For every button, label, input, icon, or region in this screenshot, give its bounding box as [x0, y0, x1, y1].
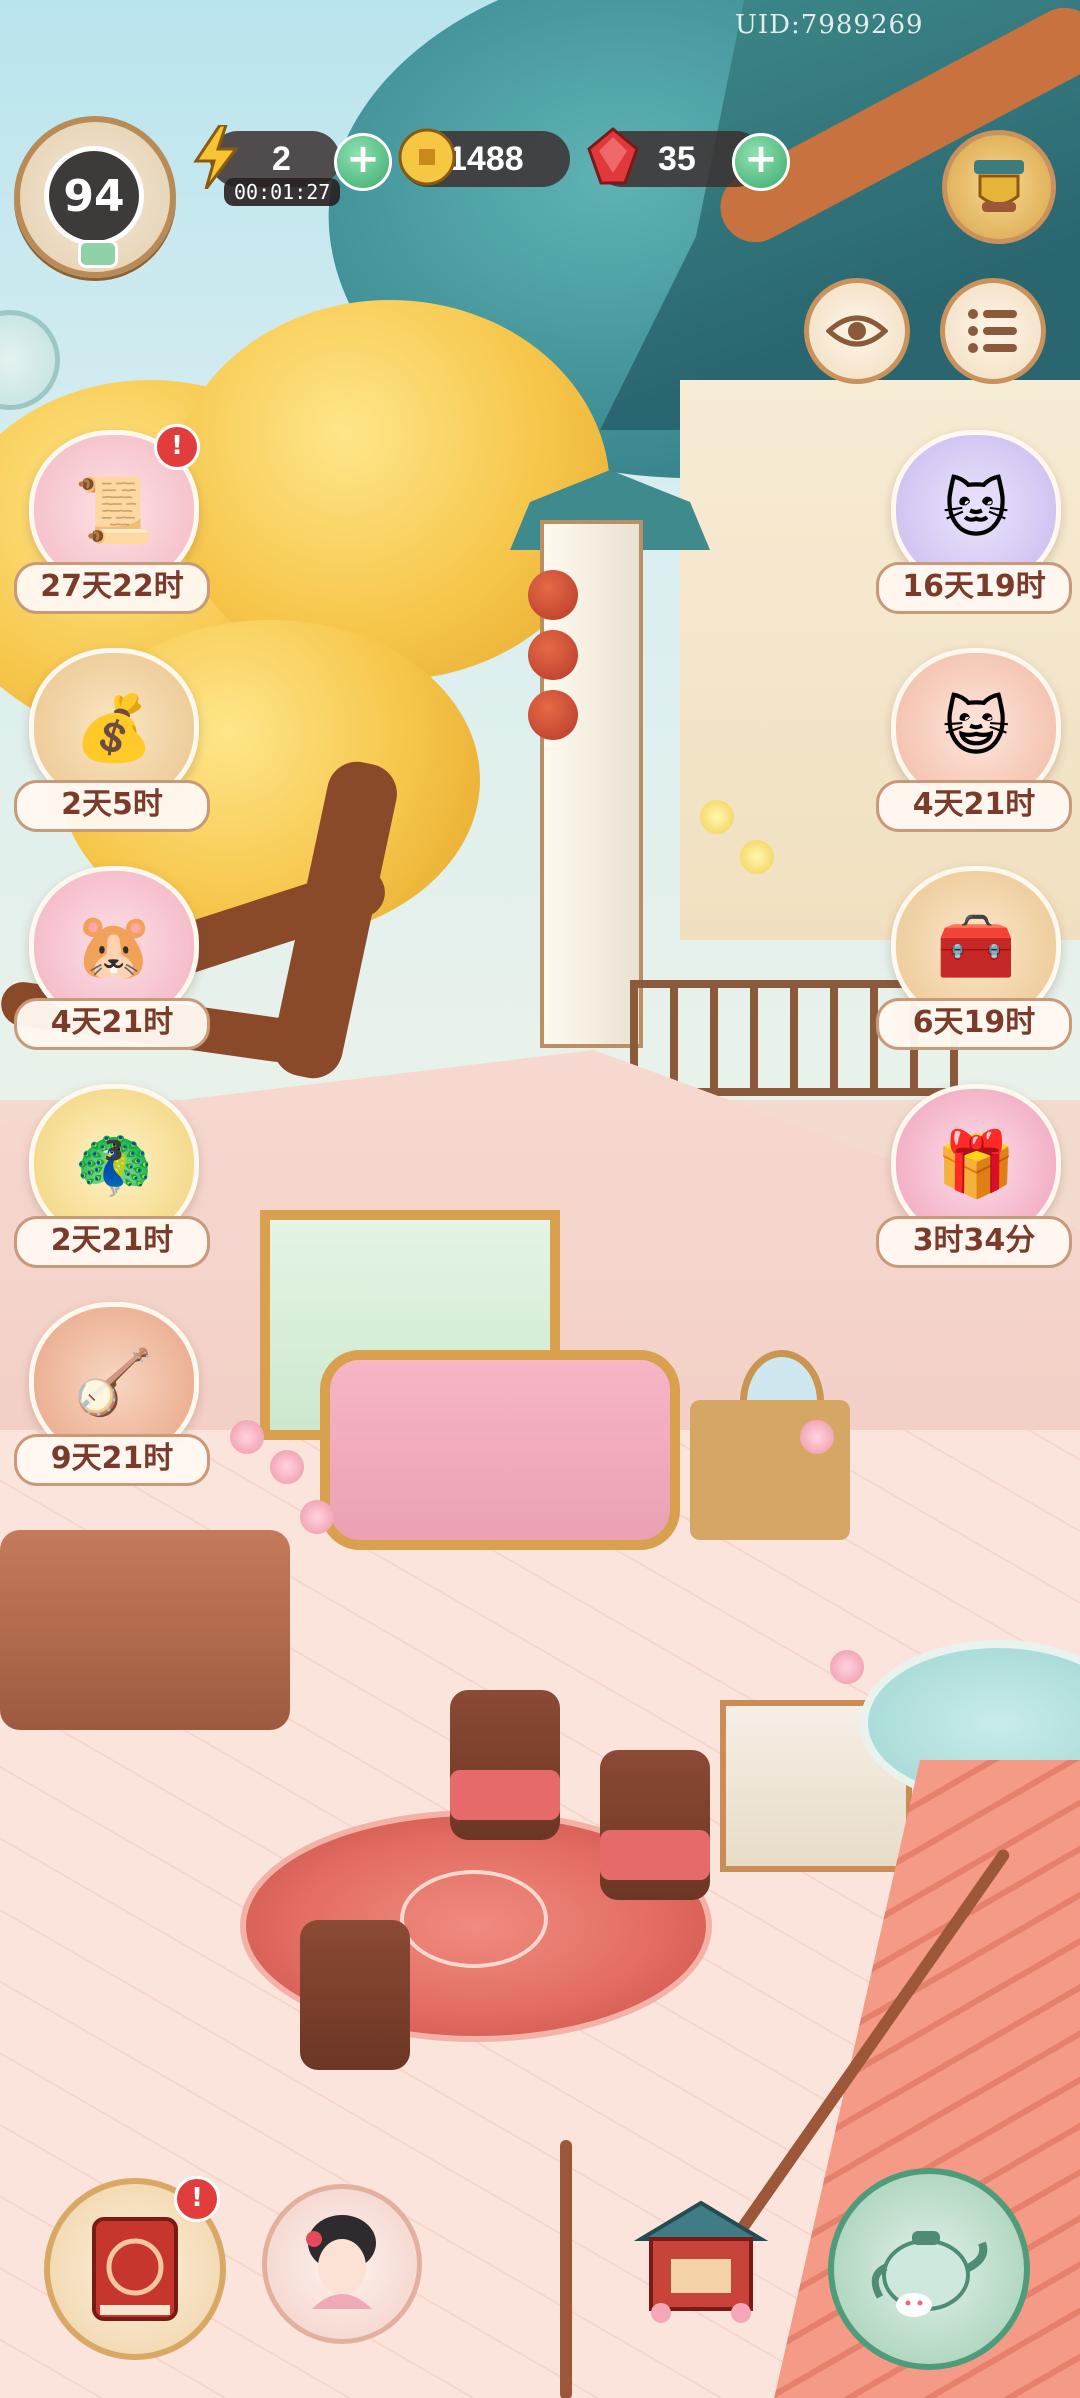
level-circle: 94 — [44, 146, 144, 246]
market-stall-icon — [633, 2200, 769, 2323]
rug-pattern — [400, 1870, 548, 1968]
event-treasure-chest[interactable]: 💰 2天5时 — [14, 648, 210, 838]
teapot-icon — [871, 2231, 988, 2317]
alert-badge: ! — [174, 2176, 220, 2222]
uid-label: UID:7989269 — [735, 10, 924, 40]
event-timer: 2天21时 — [14, 1216, 210, 1268]
event-timer: 16天19时 — [876, 562, 1072, 614]
event-timer: 4天21时 — [14, 998, 210, 1050]
event-pink-creature[interactable]: 🐹 4天21时 — [14, 866, 210, 1056]
lady-portrait-icon — [306, 2215, 376, 2309]
journal-book-icon — [92, 2217, 178, 2321]
level-number: 94 — [63, 170, 125, 222]
event-timer: 2天5时 — [14, 780, 210, 832]
flower-decoration — [830, 1650, 864, 1684]
tea-button[interactable] — [828, 2168, 1030, 2370]
chair-cushion — [600, 1830, 710, 1880]
menu-button[interactable] — [940, 278, 1046, 384]
eye-icon — [826, 315, 888, 347]
event-gift-box[interactable]: 🎁 3时34分 — [876, 1084, 1072, 1274]
view-toggle-button[interactable] — [804, 278, 910, 384]
chair-cushion — [450, 1770, 560, 1820]
count-badge: 3 — [104, 1134, 124, 1167]
wooden-armchair[interactable] — [300, 1920, 410, 2070]
event-timer: 6天19时 — [876, 998, 1072, 1050]
flower-decoration — [740, 840, 774, 874]
market-button[interactable] — [626, 2184, 776, 2334]
vanity-table[interactable] — [690, 1400, 850, 1540]
stair-railing — [560, 2140, 572, 2398]
red-lantern — [528, 570, 578, 620]
list-icon — [968, 309, 1017, 353]
event-fan-cat[interactable]: 😺 4天21时 — [876, 648, 1072, 838]
add-energy-button[interactable]: + — [334, 133, 392, 191]
event-timer: 9天21时 — [14, 1434, 210, 1486]
flower-decoration — [700, 800, 734, 834]
event-spirit-cat[interactable]: 🐱 16天19时 — [876, 430, 1072, 620]
coin-icon — [396, 126, 458, 188]
wooden-daybed[interactable] — [0, 1530, 290, 1730]
red-lantern — [528, 630, 578, 680]
event-pipa-lute[interactable]: 🪕 9天21时 — [14, 1302, 210, 1492]
event-timer: 3时34分 — [876, 1216, 1072, 1268]
flower-decoration — [800, 1420, 834, 1454]
coin-value: 1488 — [448, 139, 524, 178]
flower-decoration — [230, 1420, 264, 1454]
shop-bell-icon — [974, 160, 1024, 212]
gem-value: 35 — [658, 139, 696, 178]
energy-timer: 00:01:27 — [224, 178, 341, 206]
event-red-chest[interactable]: 🧰 6天19时 — [876, 866, 1072, 1056]
event-festival-book[interactable]: 📜 27天22时 ! — [14, 424, 210, 620]
pink-chaise-lounge[interactable] — [320, 1350, 680, 1550]
character-button[interactable] — [262, 2184, 422, 2344]
ruby-icon — [582, 126, 644, 188]
flower-decoration — [300, 1500, 334, 1534]
player-level-badge[interactable]: 94 — [14, 116, 176, 278]
jade-gem-icon — [78, 240, 118, 268]
event-timer: 4天21时 — [876, 780, 1072, 832]
red-lantern — [528, 690, 578, 740]
journal-button[interactable]: ! — [44, 2176, 226, 2360]
add-gems-button[interactable]: + — [732, 133, 790, 191]
event-timer: 27天22时 — [14, 562, 210, 614]
energy-value: 2 — [272, 139, 291, 178]
shop-button[interactable] — [942, 130, 1056, 244]
alert-badge: ! — [154, 424, 200, 470]
flower-decoration — [270, 1450, 304, 1484]
event-peacock[interactable]: 🦚 3 2天21时 — [14, 1084, 210, 1274]
